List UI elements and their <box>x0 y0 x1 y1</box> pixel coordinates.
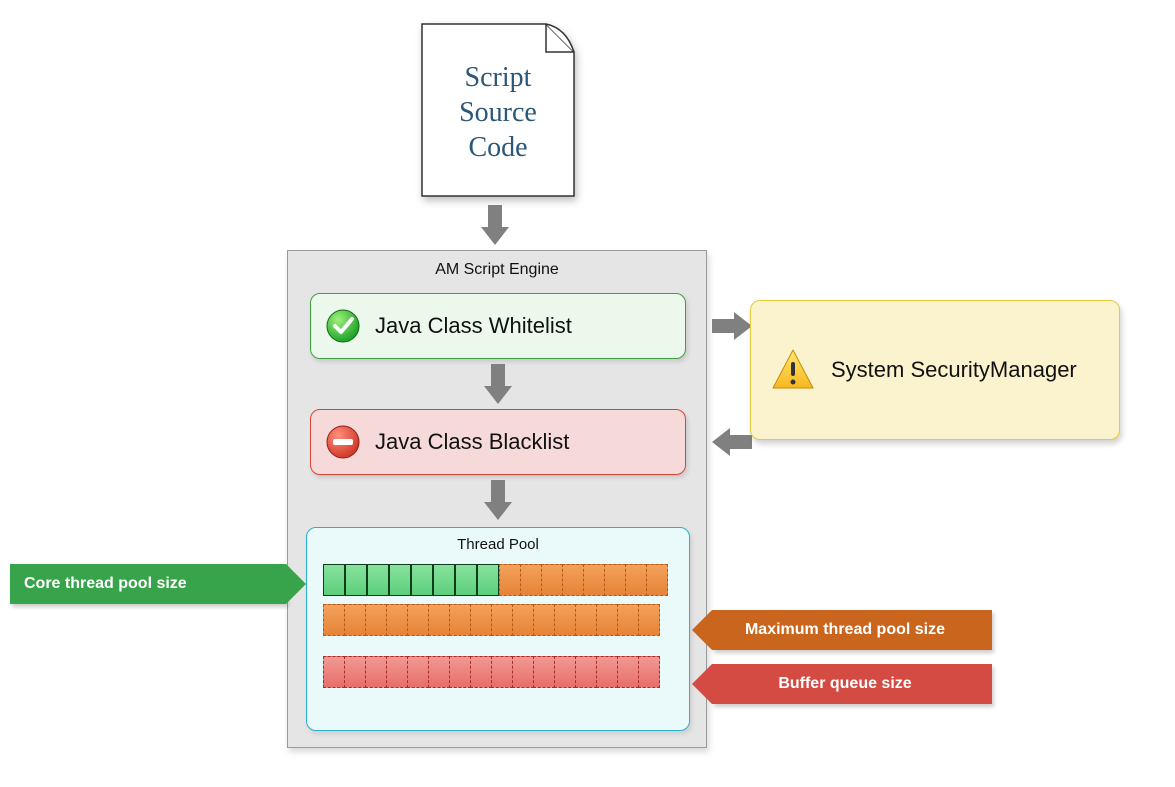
blacklist-card: Java Class Blacklist <box>310 409 686 475</box>
pool-cell <box>411 564 433 596</box>
pool-cell <box>533 656 555 688</box>
core-pool-tag: Core thread pool size <box>10 564 286 604</box>
core-pool-tag-label: Core thread pool size <box>24 575 187 593</box>
thread-pool-box: Thread Pool <box>306 527 690 731</box>
pool-cell <box>449 656 471 688</box>
pool-cell <box>386 604 408 636</box>
pool-cell <box>344 604 366 636</box>
pool-cell <box>407 656 429 688</box>
buffer-queue-tag: Buffer queue size <box>712 664 992 704</box>
pool-cell <box>596 604 618 636</box>
pool-cell <box>512 604 534 636</box>
pool-cell <box>491 656 513 688</box>
script-source-document: Script Source Code <box>418 20 578 200</box>
pool-cell <box>596 656 618 688</box>
pool-cell <box>428 604 450 636</box>
pool-cell <box>520 564 542 596</box>
pool-cell <box>367 564 389 596</box>
script-engine-box: AM Script Engine Java Class Whitelist <box>287 250 707 748</box>
pool-cell <box>554 656 576 688</box>
pool-cell <box>575 656 597 688</box>
pool-cell <box>345 564 367 596</box>
pool-cell <box>512 656 534 688</box>
pool-cell <box>365 604 387 636</box>
pool-cell <box>455 564 477 596</box>
blacklist-label: Java Class Blacklist <box>375 429 569 455</box>
pool-cell <box>470 604 492 636</box>
pool-cell <box>477 564 499 596</box>
pool-cell <box>541 564 563 596</box>
pool-cell <box>470 656 492 688</box>
pool-cell <box>389 564 411 596</box>
pool-cell <box>646 564 668 596</box>
pool-cell <box>323 604 345 636</box>
pool-cell <box>499 564 521 596</box>
pool-cell <box>562 564 584 596</box>
diagram-canvas: Script Source Code AM Script Engine Java… <box>0 0 1175 787</box>
checkmark-icon <box>325 308 361 344</box>
arrow-left-icon <box>712 428 752 456</box>
pool-cell <box>575 604 597 636</box>
arrow-down-icon <box>481 205 509 245</box>
pool-cell <box>638 656 660 688</box>
arrow-down-icon <box>484 364 512 404</box>
pool-cell <box>491 604 513 636</box>
security-manager-label: System SecurityManager <box>831 357 1077 383</box>
buffer-queue-cells <box>323 656 659 688</box>
max-pool-cells-row2 <box>323 604 659 636</box>
document-line: Code <box>418 130 578 165</box>
max-pool-cells-row1 <box>499 564 667 596</box>
pool-cell <box>433 564 455 596</box>
pool-cell <box>428 656 450 688</box>
max-pool-tag-label: Maximum thread pool size <box>745 621 945 639</box>
pool-cell <box>604 564 626 596</box>
pool-cell <box>638 604 660 636</box>
pool-cell <box>323 656 345 688</box>
pool-cell <box>365 656 387 688</box>
pool-cell <box>617 656 639 688</box>
pool-cell <box>625 564 647 596</box>
core-pool-cells <box>323 564 499 596</box>
engine-title: AM Script Engine <box>288 261 706 279</box>
security-manager-box: System SecurityManager <box>750 300 1120 440</box>
pool-cell <box>617 604 639 636</box>
warning-icon <box>769 346 817 394</box>
pool-cell <box>583 564 605 596</box>
buffer-queue-tag-label: Buffer queue size <box>778 675 911 693</box>
whitelist-card: Java Class Whitelist <box>310 293 686 359</box>
whitelist-label: Java Class Whitelist <box>375 313 572 339</box>
thread-pool-title: Thread Pool <box>307 536 689 553</box>
arrow-right-icon <box>712 312 752 340</box>
max-pool-tag: Maximum thread pool size <box>712 610 992 650</box>
document-line: Script <box>418 60 578 95</box>
pool-cell <box>407 604 429 636</box>
arrow-down-icon <box>484 480 512 520</box>
pool-cell <box>344 656 366 688</box>
document-text: Script Source Code <box>418 60 578 165</box>
pool-cell <box>449 604 471 636</box>
no-entry-icon <box>325 424 361 460</box>
pool-cell <box>554 604 576 636</box>
pool-cell <box>323 564 345 596</box>
pool-cell <box>386 656 408 688</box>
document-line: Source <box>418 95 578 130</box>
pool-cell <box>533 604 555 636</box>
